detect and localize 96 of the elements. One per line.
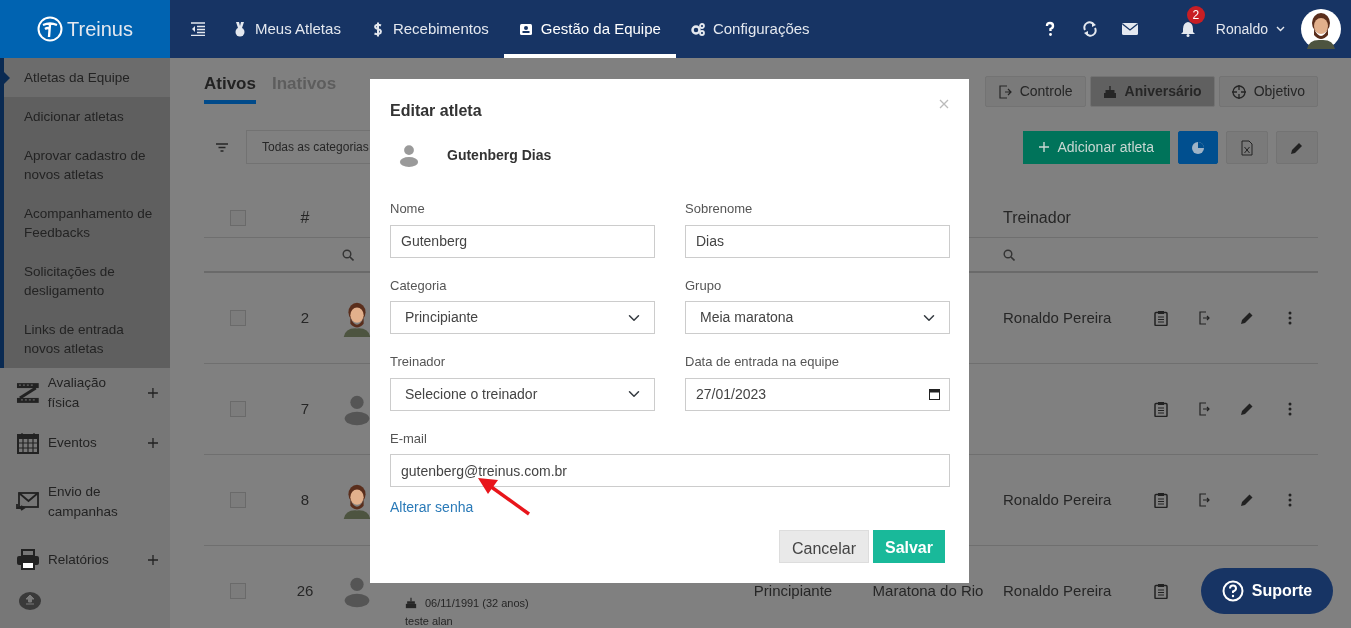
cake-icon bbox=[405, 597, 417, 610]
dialog-button[interactable]: Salvar bbox=[872, 530, 945, 563]
clipboard-icon[interactable] bbox=[1153, 310, 1169, 326]
sidebar-section[interactable]: Envio de campanhas bbox=[0, 468, 170, 536]
field-label: Grupo bbox=[685, 276, 723, 295]
column-header: # bbox=[299, 207, 311, 228]
id-card-icon bbox=[518, 21, 533, 37]
input-field[interactable]: gutenberg@treinus.com.br bbox=[390, 454, 950, 487]
nav-tab[interactable]: Gestão da Equipe bbox=[503, 0, 676, 58]
field-label: Categoria bbox=[390, 276, 448, 295]
submenu-item[interactable]: Aprovar cadastro de novos atletas bbox=[4, 136, 170, 194]
user-menu[interactable]: Ronaldo bbox=[1215, 18, 1285, 40]
chart-button[interactable] bbox=[1178, 130, 1218, 164]
view-button[interactable]: Aniversário bbox=[1089, 76, 1215, 107]
nav-tab[interactable]: Recebimentos bbox=[355, 0, 504, 58]
submenu-item[interactable]: Atletas da Equipe bbox=[4, 58, 170, 97]
pencil-icon[interactable] bbox=[1239, 401, 1255, 417]
tape-icon bbox=[16, 381, 40, 405]
sidebar-section[interactable]: Eventos bbox=[0, 418, 170, 468]
dialog-title: Editar atleta bbox=[390, 101, 482, 121]
notification-count: 2 bbox=[1186, 6, 1205, 24]
calendar-icon[interactable] bbox=[929, 387, 940, 400]
cake-icon bbox=[1102, 84, 1117, 99]
sidebar-section[interactable]: Relatórios bbox=[0, 536, 170, 584]
table-cell-text: Ronaldo Pereira bbox=[1003, 580, 1112, 601]
input-field[interactable]: Gutenberg bbox=[390, 224, 655, 258]
table-cell-text: Maratona do Rio bbox=[872, 580, 984, 601]
row-number: 8 bbox=[299, 489, 311, 510]
view-button[interactable]: Controle bbox=[984, 76, 1086, 107]
crosshair-icon bbox=[1231, 84, 1246, 99]
exit-door-icon[interactable] bbox=[1196, 401, 1212, 417]
mail-icon[interactable] bbox=[1121, 21, 1138, 37]
submenu-item[interactable]: Links de entrada novos atletas bbox=[4, 310, 170, 368]
printer-icon bbox=[16, 548, 40, 572]
row-number: 26 bbox=[295, 580, 315, 601]
exit-door-icon[interactable] bbox=[1196, 310, 1212, 326]
change-password-link[interactable]: Alterar senha bbox=[390, 497, 474, 518]
column-header: Treinador bbox=[1003, 207, 1072, 228]
edit-button[interactable] bbox=[1276, 130, 1318, 164]
row-number: 7 bbox=[299, 398, 311, 419]
pencil-icon[interactable] bbox=[1239, 492, 1255, 508]
search-icon[interactable] bbox=[342, 248, 354, 261]
table-cell-text: Ronaldo Pereira bbox=[1003, 489, 1112, 510]
search-icon[interactable] bbox=[1003, 248, 1015, 261]
medal-icon bbox=[233, 21, 247, 37]
select-field[interactable]: Principiante bbox=[390, 301, 655, 334]
filter-icon[interactable] bbox=[216, 142, 228, 152]
exit-door-icon[interactable] bbox=[1196, 492, 1212, 508]
exit-door-icon bbox=[997, 84, 1012, 99]
submenu-item[interactable]: Adicionar atletas bbox=[4, 97, 170, 136]
support-button[interactable]: Suporte bbox=[1201, 568, 1333, 614]
clipboard-icon[interactable] bbox=[1153, 492, 1169, 508]
clipboard-icon[interactable] bbox=[1153, 401, 1169, 417]
nav-tab[interactable]: Meus Atletas bbox=[218, 0, 356, 58]
input-field[interactable]: Dias bbox=[685, 224, 950, 258]
help-circle-icon bbox=[1221, 580, 1244, 602]
submenu-item[interactable]: Solicitações de desligamento bbox=[4, 252, 170, 310]
athlete-name: Gutenberg Dias bbox=[447, 145, 552, 165]
sync-icon[interactable] bbox=[1081, 21, 1098, 37]
athlete-note: teste alan bbox=[405, 613, 454, 628]
clipboard-icon[interactable] bbox=[1153, 583, 1169, 599]
sidebar-section[interactable]: Avaliação física bbox=[0, 368, 170, 418]
spreadsheet-file-icon bbox=[1241, 139, 1253, 156]
submenu-item[interactable]: Acompanhamento de Feedbacks bbox=[4, 194, 170, 252]
birth-date: 06/11/1991 (32 anos) bbox=[425, 596, 529, 611]
bell-icon[interactable] bbox=[1179, 21, 1196, 37]
row-number: 2 bbox=[299, 307, 311, 328]
add-athlete-button[interactable]: Adicionar atleta bbox=[1023, 130, 1170, 164]
select-field[interactable]: Meia maratona bbox=[685, 301, 950, 334]
user-avatar[interactable] bbox=[1301, 9, 1341, 49]
dialog-button[interactable]: Cancelar bbox=[778, 530, 869, 563]
field-label: Data de entrada na equipe bbox=[685, 353, 840, 371]
gears-icon bbox=[690, 21, 705, 37]
brand-name: Treinus bbox=[67, 17, 133, 42]
field-label: Sobrenome bbox=[685, 200, 754, 218]
caret-icon bbox=[1276, 26, 1285, 32]
collapse-menu-icon[interactable] bbox=[191, 22, 205, 36]
upload-icon[interactable] bbox=[19, 590, 41, 612]
envelope-icon bbox=[16, 490, 40, 514]
select-field[interactable]: Selecione o treinador bbox=[390, 377, 655, 411]
pie-chart-icon bbox=[1192, 141, 1204, 154]
table-cell-text: Principiante bbox=[753, 580, 833, 601]
date-field[interactable]: 27/01/2023 bbox=[685, 377, 950, 411]
active-pointer-icon bbox=[3, 70, 10, 85]
plus-icon bbox=[1039, 142, 1050, 152]
field-label: E-mail bbox=[390, 429, 428, 448]
nav-tab[interactable]: Configurações bbox=[675, 0, 825, 58]
pencil-icon[interactable] bbox=[1239, 310, 1255, 326]
calendar-icon bbox=[16, 431, 40, 455]
logo-icon bbox=[37, 16, 63, 42]
status-tab[interactable]: Ativos bbox=[204, 70, 256, 104]
field-label: Nome bbox=[390, 200, 426, 218]
field-label: Treinador bbox=[390, 353, 447, 371]
view-button[interactable]: Objetivo bbox=[1218, 76, 1318, 107]
pencil-icon bbox=[1290, 140, 1304, 155]
table-cell-text: Ronaldo Pereira bbox=[1003, 307, 1112, 328]
